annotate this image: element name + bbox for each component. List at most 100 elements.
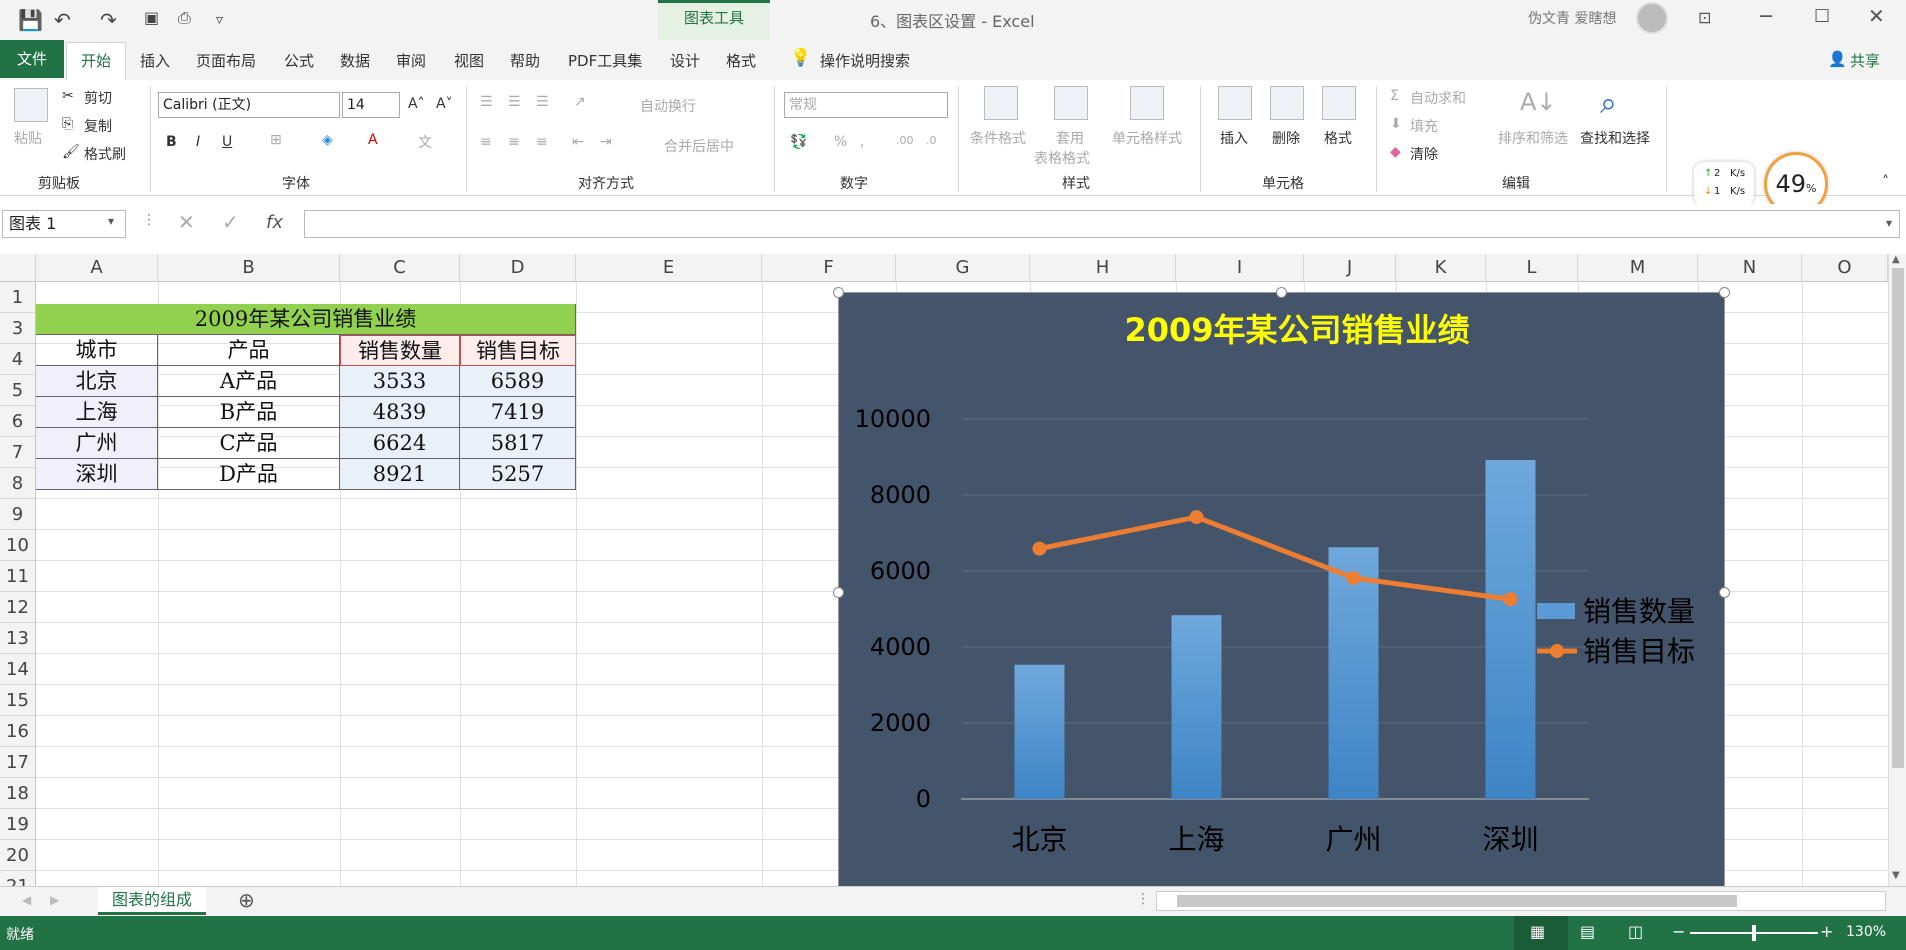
delete-cells-button[interactable]: 删除: [1272, 128, 1300, 148]
row-header[interactable]: 20: [0, 840, 36, 871]
maximize-icon[interactable]: ☐: [1814, 6, 1830, 27]
find-select-button[interactable]: 查找和选择: [1580, 128, 1650, 148]
tab-file[interactable]: 文件: [0, 40, 64, 78]
decrease-decimal-icon[interactable]: .0: [926, 134, 937, 147]
table-cell[interactable]: A产品: [158, 366, 340, 397]
vertical-scrollbar[interactable]: ▲ ▼: [1888, 254, 1906, 886]
ribbon-display-icon[interactable]: ⊡: [1698, 8, 1711, 27]
column-header[interactable]: I: [1176, 254, 1304, 282]
table-cell[interactable]: C产品: [158, 428, 340, 459]
tab-view[interactable]: 视图: [454, 50, 484, 71]
tab-home[interactable]: 开始: [66, 42, 126, 82]
resize-handle[interactable]: [833, 287, 844, 298]
table-cell[interactable]: 3533: [340, 366, 460, 397]
tab-pdf-tools[interactable]: PDF工具集: [568, 50, 642, 71]
add-sheet-icon[interactable]: ⊕: [238, 888, 255, 912]
phonetic-icon[interactable]: 文: [418, 132, 432, 152]
column-header[interactable]: L: [1486, 254, 1578, 282]
chart-area[interactable]: 2009年某公司销售业绩 0 2000 4000 6000 8000 10000 北京 上海 广州…: [838, 292, 1725, 886]
table-cell[interactable]: 8921: [340, 459, 460, 490]
prev-sheet-icon[interactable]: ◀: [22, 893, 31, 907]
cancel-icon[interactable]: ✕: [178, 210, 195, 234]
format-cells-icon[interactable]: [1322, 86, 1356, 120]
resize-handle[interactable]: [1276, 287, 1287, 298]
clear-icon[interactable]: ◆: [1390, 144, 1401, 160]
page-layout-view-icon[interactable]: ▤: [1580, 922, 1595, 941]
save-icon[interactable]: 💾: [18, 8, 43, 32]
table-cell[interactable]: D产品: [158, 459, 340, 490]
row-header[interactable]: 3: [0, 313, 36, 344]
next-sheet-icon[interactable]: ▶: [50, 893, 59, 907]
row-header[interactable]: 21: [0, 871, 36, 886]
row-header[interactable]: 6: [0, 406, 36, 437]
scroll-up-icon[interactable]: ▲: [1892, 254, 1900, 265]
zoom-slider-thumb[interactable]: [1752, 925, 1756, 941]
scroll-thumb[interactable]: [1892, 268, 1904, 768]
align-right-icon[interactable]: ≡: [536, 134, 548, 150]
clear-button[interactable]: 清除: [1410, 144, 1438, 164]
delete-cells-icon[interactable]: [1270, 86, 1304, 120]
resize-handle[interactable]: [1719, 287, 1730, 298]
paste-button[interactable]: 粘贴: [14, 128, 42, 148]
tab-formulas[interactable]: 公式: [284, 50, 314, 71]
align-bottom-icon[interactable]: ☰: [536, 94, 549, 110]
zoom-level[interactable]: 130%: [1846, 924, 1886, 940]
minimize-icon[interactable]: ─: [1760, 4, 1772, 28]
avatar[interactable]: [1636, 2, 1668, 34]
header-cell[interactable]: 销售目标: [460, 335, 576, 366]
row-header[interactable]: 5: [0, 375, 36, 406]
row-header[interactable]: 8: [0, 468, 36, 499]
format-as-table-icon[interactable]: [1054, 86, 1088, 120]
table-cell[interactable]: 上海: [36, 397, 158, 428]
increase-decimal-icon[interactable]: .00: [896, 134, 914, 147]
format-painter-icon[interactable]: 🖌: [62, 144, 80, 160]
fill-icon[interactable]: ⬇: [1390, 116, 1402, 132]
autosum-icon[interactable]: Σ: [1390, 88, 1399, 104]
row-header[interactable]: 1: [0, 282, 36, 313]
cell-styles-button[interactable]: 单元格样式: [1112, 128, 1182, 148]
tab-design[interactable]: 设计: [670, 50, 700, 71]
page-break-view-icon[interactable]: ◫: [1628, 922, 1643, 941]
decrease-indent-icon[interactable]: ⇤: [572, 134, 584, 150]
column-header[interactable]: K: [1396, 254, 1486, 282]
bold-button[interactable]: B: [166, 134, 177, 150]
tell-me-search[interactable]: 操作说明搜索: [820, 50, 910, 71]
select-all-corner[interactable]: [0, 254, 36, 282]
row-header[interactable]: 9: [0, 499, 36, 530]
row-header[interactable]: 13: [0, 623, 36, 654]
customize-qat-icon[interactable]: ▿: [216, 12, 223, 28]
enter-icon[interactable]: ✓: [222, 210, 239, 234]
row-header[interactable]: 16: [0, 716, 36, 747]
autosum-button[interactable]: 自动求和: [1410, 88, 1466, 108]
italic-button[interactable]: I: [196, 134, 200, 150]
font-color-icon[interactable]: A: [368, 132, 378, 148]
row-header[interactable]: 11: [0, 561, 36, 592]
split-handle-icon[interactable]: ⋮: [1136, 891, 1150, 907]
table-cell[interactable]: 北京: [36, 366, 158, 397]
tab-data[interactable]: 数据: [340, 50, 370, 71]
cut-icon[interactable]: ✂: [62, 88, 74, 104]
table-cell[interactable]: 4839: [340, 397, 460, 428]
merge-center-button[interactable]: 合并后居中: [664, 136, 734, 156]
close-icon[interactable]: ✕: [1868, 4, 1885, 28]
conditional-format-button[interactable]: 条件格式: [970, 128, 1026, 148]
row-header[interactable]: 15: [0, 685, 36, 716]
collapse-ribbon-icon[interactable]: ˄: [1882, 174, 1889, 190]
row-header[interactable]: 18: [0, 778, 36, 809]
table-cell[interactable]: 深圳: [36, 459, 158, 490]
cell-styles-icon[interactable]: [1130, 86, 1164, 120]
row-header[interactable]: 7: [0, 437, 36, 468]
format-as-table-button-2[interactable]: 表格格式: [1034, 148, 1090, 168]
sheet-tab-active[interactable]: 图表的组成: [98, 887, 206, 915]
column-header[interactable]: E: [576, 254, 762, 282]
align-top-icon[interactable]: ☰: [480, 94, 493, 110]
column-header[interactable]: N: [1698, 254, 1802, 282]
row-header[interactable]: 19: [0, 809, 36, 840]
sort-filter-icon[interactable]: A↓: [1520, 88, 1557, 116]
row-header[interactable]: 4: [0, 344, 36, 375]
sort-filter-button[interactable]: 排序和筛选: [1498, 128, 1568, 148]
find-select-icon[interactable]: ⌕: [1600, 86, 1617, 121]
scroll-down-icon[interactable]: ▼: [1892, 870, 1900, 881]
table-cell[interactable]: 广州: [36, 428, 158, 459]
accounting-format-icon[interactable]: 💱: [790, 134, 807, 150]
